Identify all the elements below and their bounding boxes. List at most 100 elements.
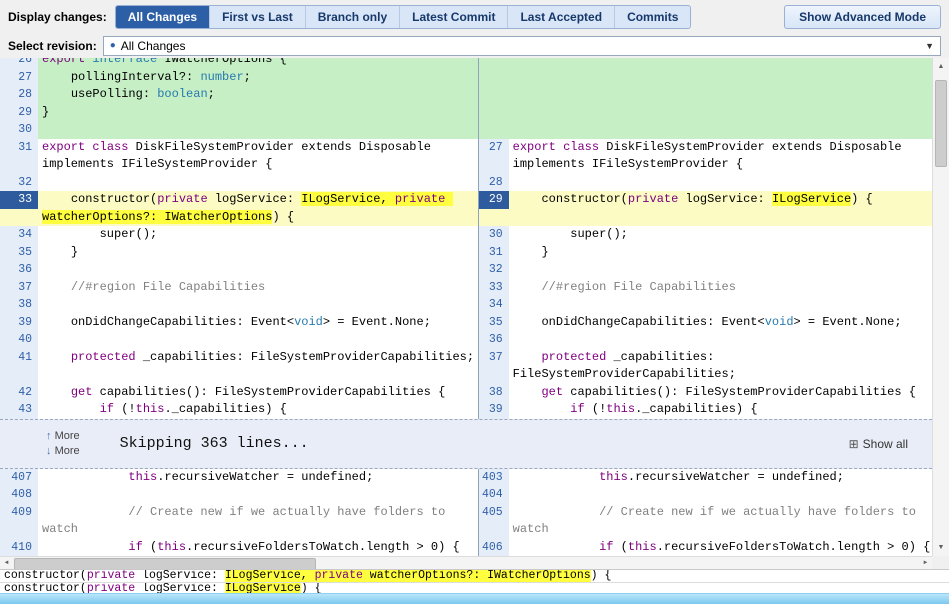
left-code-line[interactable] bbox=[38, 173, 479, 191]
horizontal-scrollbar[interactable]: ◄ ► bbox=[0, 556, 932, 570]
more-down-button[interactable]: ↓ More bbox=[46, 445, 80, 457]
tab-last-accepted[interactable]: Last Accepted bbox=[507, 5, 614, 28]
scroll-up-icon[interactable]: ▲ bbox=[933, 58, 949, 75]
right-code-line[interactable] bbox=[509, 174, 932, 192]
left-code-line[interactable]: // Create new if we actually have folder… bbox=[38, 503, 479, 539]
selection-bar[interactable] bbox=[0, 593, 949, 604]
right-line-number[interactable]: 39 bbox=[478, 401, 509, 419]
right-code-line[interactable]: onDidChangeCapabilities: Event<void> = E… bbox=[509, 314, 932, 332]
left-code-line[interactable]: protected _capabilities: FileSystemProvi… bbox=[38, 348, 479, 384]
right-line-number[interactable] bbox=[478, 121, 509, 139]
left-line-number[interactable]: 410 bbox=[0, 538, 38, 556]
right-code-line[interactable]: super(); bbox=[509, 226, 932, 244]
left-code-line[interactable]: get capabilities(): FileSystemProviderCa… bbox=[38, 383, 479, 401]
right-code-line[interactable] bbox=[509, 296, 932, 314]
left-line-number[interactable]: 26 bbox=[0, 58, 38, 69]
right-line-number[interactable]: 405 bbox=[478, 503, 509, 539]
right-code-line[interactable]: protected _capabilities: FileSystemProvi… bbox=[509, 349, 932, 384]
right-code-line[interactable]: this.recursiveWatcher = undefined; bbox=[509, 469, 932, 487]
scroll-left-icon[interactable]: ◄ bbox=[0, 557, 13, 569]
left-code-line[interactable] bbox=[38, 486, 479, 504]
left-line-number[interactable]: 37 bbox=[0, 278, 38, 296]
scroll-right-icon[interactable]: ► bbox=[919, 557, 932, 569]
right-line-number[interactable]: 35 bbox=[478, 313, 509, 331]
right-line-number[interactable]: 34 bbox=[478, 296, 509, 314]
right-code-line[interactable] bbox=[508, 86, 932, 104]
right-code-line[interactable]: export class DiskFileSystemProvider exte… bbox=[509, 139, 932, 174]
tab-commits[interactable]: Commits bbox=[614, 5, 690, 28]
left-line-number[interactable]: 29 bbox=[0, 103, 38, 121]
left-code-line[interactable]: this.recursiveWatcher = undefined; bbox=[38, 468, 479, 486]
left-code-line[interactable]: pollingInterval?: number; bbox=[38, 68, 479, 86]
tab-branch-only[interactable]: Branch only bbox=[304, 5, 399, 28]
right-code-line[interactable]: // Create new if we actually have folder… bbox=[509, 504, 932, 539]
left-line-number[interactable]: 39 bbox=[0, 313, 38, 331]
left-line-number[interactable]: 34 bbox=[0, 226, 38, 244]
left-code-line[interactable]: export class DiskFileSystemProvider exte… bbox=[38, 138, 479, 174]
right-code-line[interactable]: constructor(private logService: ILogServ… bbox=[508, 191, 932, 226]
left-line-number[interactable]: 38 bbox=[0, 296, 38, 314]
left-line-number[interactable]: 28 bbox=[0, 86, 38, 104]
left-line-number[interactable]: 42 bbox=[0, 383, 38, 401]
left-code-line[interactable] bbox=[38, 331, 479, 349]
left-code-line[interactable] bbox=[38, 121, 479, 139]
right-code-line[interactable]: if (!this._capabilities) { bbox=[509, 401, 932, 419]
left-line-number[interactable]: 40 bbox=[0, 331, 38, 349]
left-code-line[interactable]: } bbox=[38, 243, 479, 261]
left-line-number[interactable]: 409 bbox=[0, 503, 38, 539]
right-line-number[interactable]: 38 bbox=[478, 383, 509, 401]
right-line-number[interactable]: 36 bbox=[478, 331, 509, 349]
left-line-number[interactable]: 408 bbox=[0, 486, 38, 504]
right-code-line[interactable]: //#region File Capabilities bbox=[509, 279, 932, 297]
right-code-line[interactable]: if (this.recursiveFoldersToWatch.length … bbox=[509, 539, 932, 557]
right-line-number[interactable]: 32 bbox=[478, 261, 509, 279]
left-line-number[interactable]: 407 bbox=[0, 468, 38, 486]
left-line-number[interactable]: 35 bbox=[0, 243, 38, 261]
vertical-scrollbar[interactable]: ▲ ▼ bbox=[932, 58, 949, 556]
right-line-number[interactable]: 404 bbox=[478, 486, 509, 504]
right-line-number[interactable]: 37 bbox=[478, 348, 509, 384]
left-code-line[interactable]: onDidChangeCapabilities: Event<void> = E… bbox=[38, 313, 479, 331]
right-code-line[interactable] bbox=[508, 103, 932, 121]
right-code-line[interactable] bbox=[508, 121, 932, 139]
show-all-button[interactable]: ⊞ Show all bbox=[849, 437, 908, 451]
right-code-line[interactable]: } bbox=[509, 244, 932, 262]
dropdown-arrow-icon[interactable]: ▼ bbox=[925, 41, 934, 51]
left-line-number[interactable]: 41 bbox=[0, 348, 38, 384]
left-code-line[interactable] bbox=[38, 296, 479, 314]
left-line-number[interactable]: 36 bbox=[0, 261, 38, 279]
left-code-line[interactable]: } bbox=[38, 103, 479, 121]
right-code-line[interactable] bbox=[508, 68, 932, 86]
right-line-number[interactable]: 33 bbox=[478, 278, 509, 296]
scroll-down-icon[interactable]: ▼ bbox=[933, 539, 949, 556]
right-line-number[interactable]: 27 bbox=[478, 138, 509, 174]
vertical-scrollbar-thumb[interactable] bbox=[935, 80, 947, 167]
left-line-number[interactable]: 33 bbox=[0, 191, 38, 226]
right-line-number[interactable]: 28 bbox=[478, 173, 509, 191]
left-line-number[interactable]: 27 bbox=[0, 68, 38, 86]
left-code-line[interactable] bbox=[38, 261, 479, 279]
left-code-line[interactable]: if (!this._capabilities) { bbox=[38, 401, 479, 419]
tab-all-changes[interactable]: All Changes bbox=[115, 5, 210, 28]
right-line-number[interactable]: 406 bbox=[478, 538, 509, 556]
left-line-number[interactable]: 31 bbox=[0, 138, 38, 174]
left-code-line[interactable]: super(); bbox=[38, 226, 479, 244]
right-line-number[interactable] bbox=[478, 68, 509, 86]
show-advanced-mode-button[interactable]: Show Advanced Mode bbox=[784, 4, 941, 29]
right-line-number[interactable]: 403 bbox=[478, 468, 509, 486]
left-code-line[interactable]: usePolling: boolean; bbox=[38, 86, 479, 104]
left-code-line[interactable]: constructor(private logService: ILogServ… bbox=[38, 191, 479, 226]
left-line-number[interactable]: 32 bbox=[0, 173, 38, 191]
right-line-number[interactable]: 31 bbox=[478, 243, 509, 261]
tab-first-vs-last[interactable]: First vs Last bbox=[209, 5, 305, 28]
right-line-number[interactable]: 29 bbox=[478, 191, 509, 226]
right-code-line[interactable] bbox=[509, 486, 932, 504]
right-code-line[interactable] bbox=[509, 331, 932, 349]
left-code-line[interactable]: if (this.recursiveFoldersToWatch.length … bbox=[38, 538, 479, 556]
left-line-number[interactable]: 30 bbox=[0, 121, 38, 139]
tab-latest-commit[interactable]: Latest Commit bbox=[399, 5, 507, 28]
right-line-number[interactable]: 30 bbox=[478, 226, 509, 244]
right-code-line[interactable]: get capabilities(): FileSystemProviderCa… bbox=[509, 384, 932, 402]
right-line-number[interactable] bbox=[478, 103, 509, 121]
right-code-line[interactable] bbox=[509, 261, 932, 279]
